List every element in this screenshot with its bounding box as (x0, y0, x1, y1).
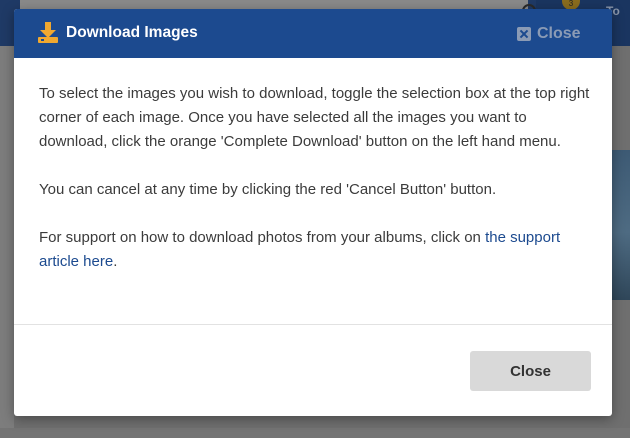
footer-divider (14, 324, 612, 325)
support-text: For support on how to download photos fr… (39, 229, 486, 246)
close-square-icon (517, 27, 531, 41)
footer-close-button[interactable]: Close (470, 351, 591, 391)
instructions-paragraph: To select the images you wish to downloa… (39, 85, 590, 150)
download-images-modal: Download Images Close To select the imag… (14, 9, 612, 416)
modal-header: Download Images Close (14, 9, 612, 58)
support-text-end: . (113, 253, 118, 270)
header-close-button[interactable]: Close (517, 23, 581, 45)
background-bottom-edge (0, 428, 630, 438)
support-paragraph: For support on how to download photos fr… (39, 226, 591, 274)
download-icon (38, 22, 58, 44)
header-close-label: Close (537, 25, 581, 42)
modal-body: To select the images you wish to downloa… (39, 82, 591, 298)
background-photo (612, 150, 630, 300)
cancel-info-paragraph: You can cancel at any time by clicking t… (39, 181, 497, 198)
modal-title: Download Images (66, 24, 198, 41)
